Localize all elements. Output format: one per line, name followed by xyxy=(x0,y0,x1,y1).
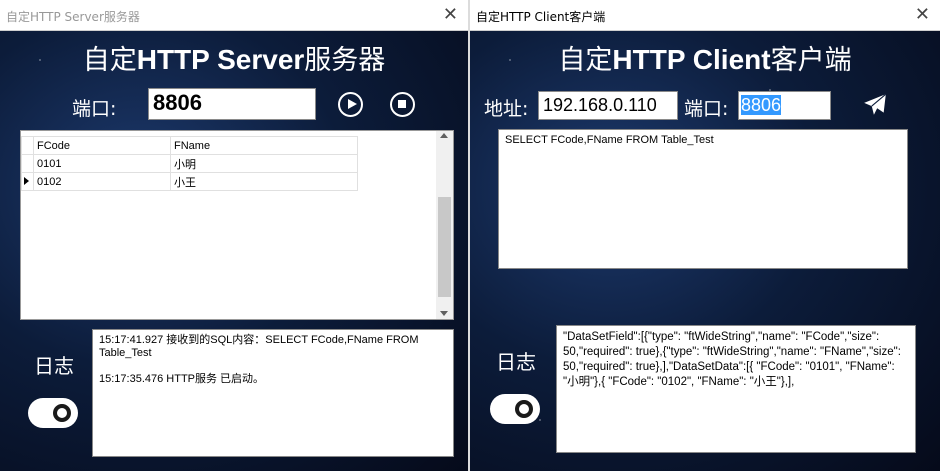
toggle-switch[interactable] xyxy=(28,398,78,428)
row-indicator-arrow xyxy=(21,172,34,191)
client-log-label: 日志 xyxy=(496,350,536,374)
client-window-title: 自定HTTP Client客户端 xyxy=(476,10,606,24)
client-heading-prefix: 自定 xyxy=(558,45,613,76)
log-line: 15:17:41.927 接收到的SQL内容：SELECT FCode,FNam… xyxy=(99,334,419,359)
client-heading: 自定HTTP Client客户端 xyxy=(470,38,940,77)
server-log-textbox[interactable]: 15:17:41.927 接收到的SQL内容：SELECT FCode,FNam… xyxy=(92,329,454,457)
grid-corner xyxy=(21,136,34,155)
table-row[interactable]: 0102 小王 xyxy=(21,172,358,191)
toggle-knob xyxy=(515,400,533,418)
scroll-up-icon[interactable] xyxy=(440,133,448,138)
grid-column-header[interactable]: FCode xyxy=(33,136,171,155)
toggle-switch[interactable] xyxy=(490,394,540,424)
sql-input-textbox[interactable]: SELECT FCode,FName FROM Table_Test xyxy=(498,129,908,269)
server-heading: 自定HTTP Server服务器 xyxy=(0,38,468,77)
client-port-label: 端口: xyxy=(684,98,729,120)
log-line: 15:17:35.476 HTTP服务 已启动。 xyxy=(99,373,265,385)
server-heading-prefix: 自定 xyxy=(82,45,137,76)
stop-icon[interactable] xyxy=(390,92,415,117)
client-port-input[interactable]: 8806 xyxy=(738,91,831,120)
scroll-thumb[interactable] xyxy=(438,197,451,297)
result-grid[interactable]: FCode FName 0101 小明 0102 小王 xyxy=(20,130,454,320)
play-icon[interactable] xyxy=(338,92,363,117)
client-window: 自定HTTP Client客户端 ✕ 自定HTTP Client客户端 地址: … xyxy=(470,0,940,471)
response-log-textbox[interactable]: "DataSetField":[{"type": "ftWideString",… xyxy=(556,325,916,453)
server-port-label: 端口: xyxy=(72,98,117,120)
paper-plane-icon[interactable] xyxy=(862,92,888,118)
grid-cell[interactable]: 0101 xyxy=(33,154,171,173)
grid-cell[interactable]: 小王 xyxy=(170,172,358,191)
server-port-input[interactable]: 8806 xyxy=(148,88,316,120)
client-heading-suffix: 客户端 xyxy=(770,45,852,76)
grid-scrollbar[interactable] xyxy=(436,131,453,319)
client-address-label: 地址: xyxy=(484,98,529,120)
server-log-label: 日志 xyxy=(34,354,74,378)
server-heading-suffix: 服务器 xyxy=(304,45,386,76)
grid-cell[interactable]: 小明 xyxy=(170,154,358,173)
close-icon[interactable]: ✕ xyxy=(915,4,930,25)
client-address-input[interactable]: 192.168.0.110 xyxy=(538,91,678,120)
table-row[interactable]: 0101 小明 xyxy=(21,154,358,173)
grid-cell[interactable]: 0102 xyxy=(33,172,171,191)
toggle-knob xyxy=(53,404,71,422)
server-window: 自定HTTP Server服务器 ✕ 自定HTTP Server服务器 端口: … xyxy=(0,0,468,471)
client-port-value: 8806 xyxy=(741,95,782,115)
close-icon[interactable]: ✕ xyxy=(443,4,458,25)
client-heading-bold: HTTP Client xyxy=(612,44,771,75)
grid-row-indicator xyxy=(21,154,34,173)
server-titlebar: 自定HTTP Server服务器 ✕ xyxy=(0,0,468,31)
grid-header-row: FCode FName xyxy=(21,136,358,155)
result-table: FCode FName 0101 小明 0102 小王 xyxy=(21,136,358,191)
client-titlebar: 自定HTTP Client客户端 ✕ xyxy=(470,0,940,31)
grid-column-header[interactable]: FName xyxy=(170,136,358,155)
scroll-down-icon[interactable] xyxy=(440,311,448,316)
server-heading-bold: HTTP Server xyxy=(136,44,305,75)
server-window-title: 自定HTTP Server服务器 xyxy=(6,10,140,24)
